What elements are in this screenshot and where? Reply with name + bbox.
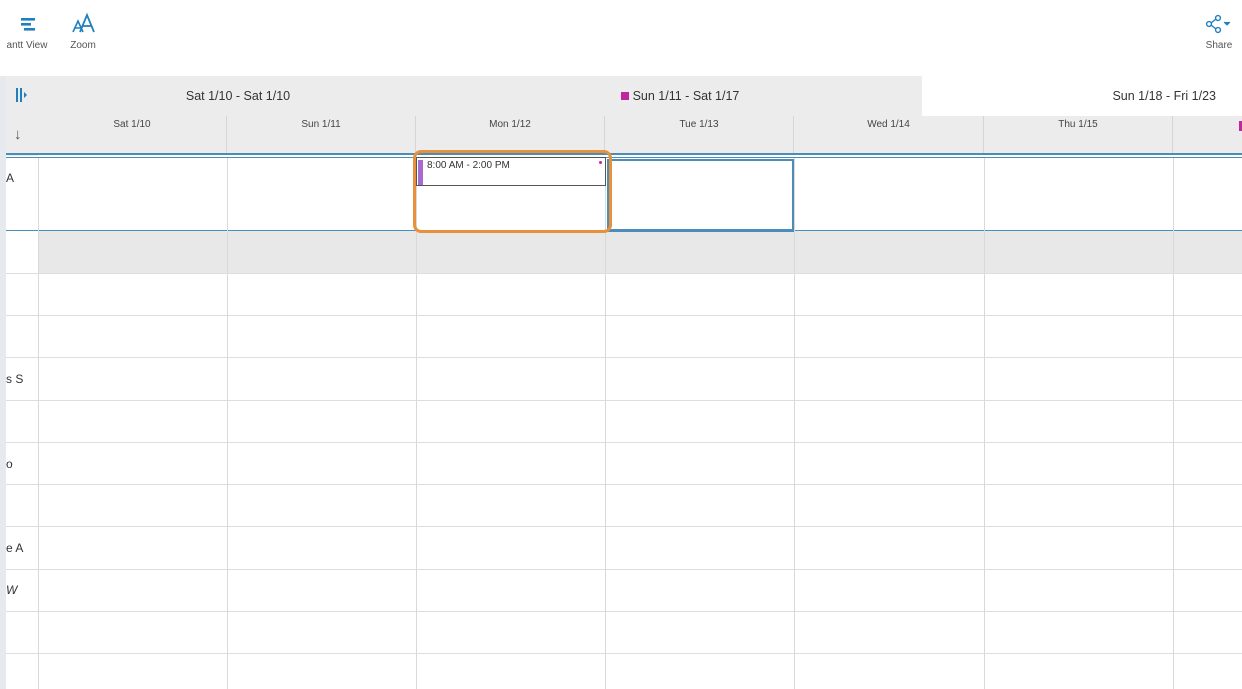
collapse-panel-icon[interactable]: [14, 86, 28, 104]
share-button[interactable]: Share: [1200, 12, 1238, 51]
grid-row-line: [6, 569, 1242, 570]
grid-row-line: [6, 357, 1242, 358]
day-header[interactable]: Mon 1/12: [416, 116, 605, 154]
gantt-view-button[interactable]: antt View: [0, 12, 54, 51]
share-label: Share: [1205, 40, 1233, 51]
header-separator: [6, 157, 1242, 158]
day-label: Thu 1/15: [1058, 119, 1098, 130]
grid-row-line: [6, 653, 1242, 654]
row-label[interactable]: e A: [6, 541, 23, 555]
week-label: Sat 1/10 - Sat 1/10: [185, 89, 291, 103]
highlight-outline: [413, 150, 612, 233]
row-label[interactable]: s S: [6, 372, 23, 386]
week-header[interactable]: Sun 1/11 - Sat 1/17: [438, 76, 922, 116]
grid-divider: [416, 158, 417, 689]
day-label: Mon 1/12: [489, 119, 531, 130]
header-control-column: ↓: [6, 76, 38, 156]
arrow-down-icon[interactable]: ↓: [14, 126, 22, 143]
grid-row-line: [6, 526, 1242, 527]
row-label[interactable]: W: [6, 583, 17, 597]
gantt-view-icon: [21, 18, 35, 31]
zoom-button[interactable]: Zoom: [60, 12, 106, 51]
grid-divider: [38, 158, 39, 689]
grid-row-line: [6, 315, 1242, 316]
header-separator: [6, 153, 1242, 155]
grid-row-line: [6, 484, 1242, 485]
selected-cell[interactable]: [607, 159, 794, 232]
grid-row-line: [6, 442, 1242, 443]
week-header[interactable]: Sun 1/18 - Fri 1/23: [922, 76, 1242, 116]
row-label[interactable]: o: [6, 457, 13, 471]
grid-divider: [794, 158, 795, 689]
grid-row-line: [6, 273, 1242, 274]
week-marker-icon: [620, 92, 629, 100]
grid-row-line: [6, 611, 1242, 612]
day-header[interactable]: Wed 1/14: [794, 116, 984, 154]
row-label[interactable]: A: [6, 171, 14, 185]
day-header-row: Sat 1/10 Sun 1/11 Mon 1/12 Tue 1/13 Wed …: [38, 116, 1242, 154]
day-label: Sun 1/11: [301, 119, 341, 130]
grid-divider: [605, 158, 606, 689]
grid-divider: [1173, 158, 1174, 689]
week-label: Sun 1/11 - Sat 1/17: [632, 89, 740, 103]
day-header[interactable]: Sun 1/11: [227, 116, 416, 154]
share-icon: [1205, 14, 1231, 34]
week-label: Sun 1/18 - Fri 1/23: [1112, 89, 1216, 103]
day-label: Tue 1/13: [679, 119, 719, 130]
zoom-label: Zoom: [70, 40, 96, 51]
day-header[interactable]: Thu 1/15: [984, 116, 1173, 154]
day-header[interactable]: Sat 1/10: [38, 116, 227, 154]
day-label: Wed 1/14: [867, 119, 910, 130]
grid-divider: [227, 158, 228, 689]
grid-row-line: [6, 400, 1242, 401]
group-band: [38, 231, 1242, 273]
gantt-view-label: antt View: [6, 40, 48, 51]
day-header[interactable]: Tue 1/13: [605, 116, 794, 154]
week-header-row: Sat 1/10 - Sat 1/10 Sun 1/11 - Sat 1/17 …: [6, 76, 1242, 116]
toolbar: antt View Zoom Share: [0, 0, 1242, 76]
week-header[interactable]: Sat 1/10 - Sat 1/10: [38, 76, 438, 116]
zoom-text-icon: [72, 12, 95, 33]
day-label: Sat 1/10: [113, 119, 151, 130]
grid-divider: [984, 158, 985, 689]
